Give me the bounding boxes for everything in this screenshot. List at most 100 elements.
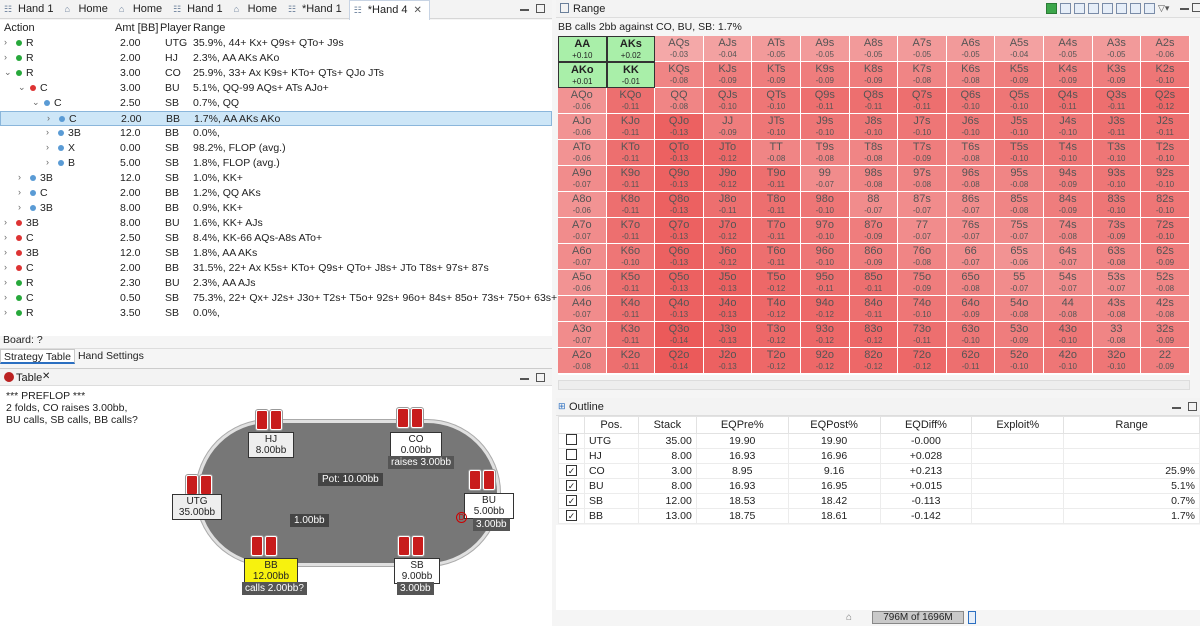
- range-cell-J4s[interactable]: J4s -0.10: [1044, 114, 1093, 140]
- range-cell-T5o[interactable]: T5o -0.12: [752, 270, 801, 296]
- chevron-down-icon[interactable]: ⌄: [18, 82, 26, 93]
- range-cell-Q6s[interactable]: Q6s -0.10: [946, 88, 996, 114]
- range-cell-A7o[interactable]: A7o -0.07: [558, 218, 607, 244]
- range-cell-33[interactable]: 33 -0.08: [1092, 322, 1142, 348]
- range-cell-T4o[interactable]: T4o -0.12: [752, 296, 801, 322]
- range-cell-J9s[interactable]: J9s -0.10: [801, 114, 850, 140]
- range-cell-T6o[interactable]: T6o -0.11: [752, 244, 801, 270]
- range-cell-52s[interactable]: 52s -0.08: [1141, 270, 1190, 296]
- range-cell-T2o[interactable]: T2o -0.12: [752, 348, 801, 374]
- outline-col-header[interactable]: [558, 416, 585, 434]
- outline-row[interactable]: UTG 35.00 19.90 19.90 -0.000: [558, 433, 1200, 449]
- range-cell-97s[interactable]: 97s -0.08: [898, 166, 947, 192]
- range-cell-AKs[interactable]: AKs +0.02: [606, 36, 656, 62]
- range-cell-Q3o[interactable]: Q3o -0.14: [655, 322, 704, 348]
- tree-row[interactable]: › 3B 8.00 BU 1.6%, KK+ AJs: [0, 216, 552, 231]
- range-cell-J5s[interactable]: J5s -0.10: [995, 114, 1044, 140]
- grid-view-icon[interactable]: [1074, 3, 1085, 14]
- grid-view-icon[interactable]: [1116, 3, 1127, 14]
- range-cell-98o[interactable]: 98o -0.10: [801, 192, 850, 218]
- range-cell-94o[interactable]: 94o -0.12: [801, 296, 850, 322]
- tree-row[interactable]: › 3B 12.0 SB 1.8%, AA AKs: [0, 246, 552, 261]
- range-cell-T4s[interactable]: T4s -0.10: [1044, 140, 1093, 166]
- grid-view-icon[interactable]: [1102, 3, 1113, 14]
- range-cell-83s[interactable]: 83s -0.10: [1092, 192, 1142, 218]
- range-cell-T7o[interactable]: T7o -0.11: [752, 218, 801, 244]
- range-cell-K4s[interactable]: K4s -0.09: [1044, 62, 1093, 88]
- outline-row[interactable]: ✓ BB 13.00 18.75 18.61 -0.142 1.7%: [558, 508, 1200, 524]
- maximize-icon[interactable]: [536, 373, 545, 382]
- range-cell-Q6o[interactable]: Q6o -0.13: [655, 244, 704, 270]
- tree-row[interactable]: › C 2.00 BB 31.5%, 22+ Ax K5s+ KTo+ Q9s+ QTo…: [0, 261, 552, 276]
- range-cell-Q8o[interactable]: Q8o -0.13: [655, 192, 704, 218]
- range-cell-A2s[interactable]: A2s -0.06: [1141, 36, 1190, 62]
- col-player[interactable]: Player: [160, 22, 191, 34]
- range-cell-62s[interactable]: 62s -0.09: [1141, 244, 1190, 270]
- memory-indicator[interactable]: 796M of 1696M: [872, 611, 964, 624]
- range-cell-J8s[interactable]: J8s -0.10: [849, 114, 899, 140]
- horizontal-scrollbar[interactable]: [558, 380, 1190, 390]
- outline-row[interactable]: HJ 8.00 16.93 16.96 +0.028: [558, 448, 1200, 464]
- range-cell-T8s[interactable]: T8s -0.08: [849, 140, 899, 166]
- chevron-right-icon[interactable]: ›: [4, 232, 7, 242]
- range-cell-JTo[interactable]: JTo -0.12: [703, 140, 753, 166]
- range-cell-93s[interactable]: 93s -0.10: [1092, 166, 1142, 192]
- range-cell-76s[interactable]: 76s -0.07: [946, 218, 996, 244]
- chevron-right-icon[interactable]: ›: [18, 172, 21, 182]
- range-cell-K3s[interactable]: K3s -0.09: [1092, 62, 1142, 88]
- range-cell-A6o[interactable]: A6o -0.07: [558, 244, 607, 270]
- seat-hj[interactable]: HJ 8.00bb: [248, 432, 294, 458]
- range-cell-42s[interactable]: 42s -0.08: [1141, 296, 1190, 322]
- tree-row[interactable]: ⌄ R 3.00 CO 25.9%, 33+ Ax K9s+ KTo+ QTs+ QJo…: [0, 66, 552, 81]
- range-cell-A4s[interactable]: A4s -0.05: [1044, 36, 1093, 62]
- range-cell-43o[interactable]: 43o -0.10: [1044, 322, 1093, 348]
- range-cell-75o[interactable]: 75o -0.09: [898, 270, 947, 296]
- range-cell-43s[interactable]: 43s -0.08: [1092, 296, 1142, 322]
- range-cell-A8s[interactable]: A8s -0.05: [849, 36, 899, 62]
- range-cell-Q7o[interactable]: Q7o -0.13: [655, 218, 704, 244]
- minimize-icon[interactable]: [1180, 5, 1190, 10]
- range-cell-T2s[interactable]: T2s -0.10: [1141, 140, 1190, 166]
- range-cell-T5s[interactable]: T5s -0.10: [995, 140, 1044, 166]
- range-cell-Q9o[interactable]: Q9o -0.13: [655, 166, 704, 192]
- range-cell-72s[interactable]: 72s -0.10: [1141, 218, 1190, 244]
- range-cell-Q9s[interactable]: Q9s -0.11: [801, 88, 850, 114]
- chevron-down-icon[interactable]: ⌄: [4, 67, 12, 78]
- chevron-down-icon[interactable]: ⌄: [32, 97, 40, 108]
- range-cell-KJs[interactable]: KJs -0.09: [703, 62, 753, 88]
- filter-icon[interactable]: ▽▾: [1158, 3, 1169, 14]
- range-cell-84o[interactable]: 84o -0.11: [849, 296, 899, 322]
- range-cell-83o[interactable]: 83o -0.12: [849, 322, 899, 348]
- range-cell-K5s[interactable]: K5s -0.09: [995, 62, 1044, 88]
- range-cell-KQo[interactable]: KQo -0.11: [606, 88, 656, 114]
- range-cell-77[interactable]: 77 -0.07: [898, 218, 947, 244]
- tab-3[interactable]: ☷ Hand 1: [169, 0, 229, 19]
- range-cell-32o[interactable]: 32o -0.10: [1092, 348, 1142, 374]
- range-cell-QTs[interactable]: QTs -0.10: [752, 88, 801, 114]
- range-cell-A5o[interactable]: A5o -0.06: [558, 270, 607, 296]
- maximize-icon[interactable]: [536, 4, 545, 13]
- range-cell-A4o[interactable]: A4o -0.07: [558, 296, 607, 322]
- minimize-icon[interactable]: [1172, 404, 1181, 409]
- range-cell-44[interactable]: 44 -0.08: [1044, 296, 1093, 322]
- range-cell-94s[interactable]: 94s -0.09: [1044, 166, 1093, 192]
- range-cell-66[interactable]: 66 -0.07: [946, 244, 996, 270]
- range-cell-J3s[interactable]: J3s -0.11: [1092, 114, 1142, 140]
- range-cell-J5o[interactable]: J5o -0.13: [703, 270, 753, 296]
- range-cell-62o[interactable]: 62o -0.11: [946, 348, 996, 374]
- range-cell-88[interactable]: 88 -0.07: [849, 192, 899, 218]
- range-cell-95s[interactable]: 95s -0.08: [995, 166, 1044, 192]
- range-cell-JJ[interactable]: JJ -0.09: [703, 114, 753, 140]
- range-cell-J6o[interactable]: J6o -0.12: [703, 244, 753, 270]
- range-cell-96s[interactable]: 96s -0.08: [946, 166, 996, 192]
- tree-row[interactable]: › X 0.00 SB 98.2%, FLOP (avg.): [0, 141, 552, 156]
- range-cell-QJs[interactable]: QJs -0.10: [703, 88, 753, 114]
- outline-col-header[interactable]: Exploit%: [971, 416, 1065, 434]
- range-cell-T7s[interactable]: T7s -0.09: [898, 140, 947, 166]
- range-cell-54o[interactable]: 54o -0.08: [995, 296, 1044, 322]
- seat-co[interactable]: CO 0.00bb: [390, 432, 442, 458]
- tree-row[interactable]: › R 2.00 HJ 2.3%, AA AKs AKo: [0, 51, 552, 66]
- outline-col-header[interactable]: EQPre%: [695, 416, 789, 434]
- outline-col-header[interactable]: Pos.: [583, 416, 639, 434]
- range-cell-98s[interactable]: 98s -0.08: [849, 166, 899, 192]
